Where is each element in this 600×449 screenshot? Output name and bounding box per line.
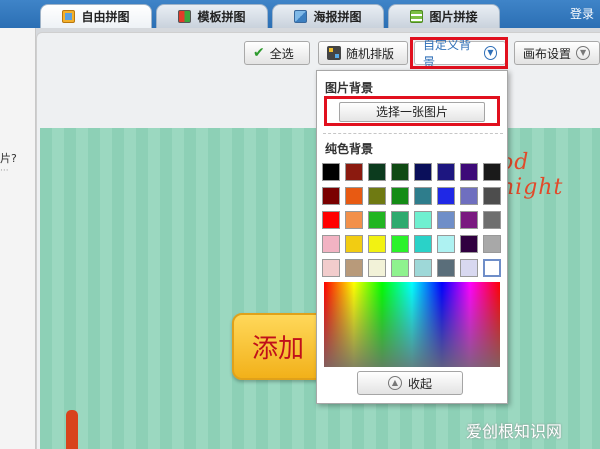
color-swatch[interactable] (345, 187, 363, 205)
random-layout-label: 随机排版 (346, 46, 395, 61)
tab-template-collage[interactable]: 模板拼图 (156, 4, 268, 28)
color-swatch[interactable] (414, 235, 432, 253)
tab-image-stitch[interactable]: 图片拼接 (388, 4, 500, 28)
color-swatch[interactable] (322, 235, 340, 253)
select-all-button[interactable]: ✔ 全选 (244, 41, 310, 65)
color-swatch[interactable] (460, 163, 478, 181)
color-swatch[interactable] (322, 187, 340, 205)
login-link[interactable]: 登录 (570, 5, 594, 22)
add-photo-label: 添加 (252, 334, 305, 364)
color-swatch[interactable] (437, 235, 455, 253)
color-swatch[interactable] (322, 211, 340, 229)
color-spectrum-picker[interactable] (324, 282, 500, 367)
left-panel: 片? ··· (0, 28, 36, 449)
tab-free-collage[interactable]: 自由拼图 (40, 4, 152, 28)
free-collage-icon (62, 10, 76, 23)
color-swatch[interactable] (483, 259, 501, 277)
tab-label: 模板拼图 (197, 10, 246, 24)
check-icon: ✔ (253, 45, 265, 61)
color-swatch[interactable] (345, 211, 363, 229)
color-swatch[interactable] (414, 163, 432, 181)
color-swatch[interactable] (345, 235, 363, 253)
color-swatch[interactable] (414, 259, 432, 277)
color-swatch[interactable] (437, 259, 455, 277)
color-swatch[interactable] (460, 187, 478, 205)
color-swatch[interactable] (368, 259, 386, 277)
solid-background-label: 纯色背景 (325, 142, 374, 156)
color-swatch[interactable] (391, 163, 409, 181)
collapse-label: 收起 (407, 376, 432, 391)
color-swatch[interactable] (483, 187, 501, 205)
canvas-decoration (66, 410, 78, 449)
color-swatch[interactable] (414, 187, 432, 205)
chevron-up-icon: ▲ (387, 376, 402, 390)
color-swatch[interactable] (437, 163, 455, 181)
color-swatch[interactable] (368, 211, 386, 229)
tab-poster-collage[interactable]: 海报拼图 (272, 4, 384, 28)
sidebar-dots: ··· (0, 166, 9, 176)
color-swatch[interactable] (437, 187, 455, 205)
canvas-greeting-text: od night (500, 150, 564, 200)
color-swatch[interactable] (391, 235, 409, 253)
color-swatch[interactable] (460, 259, 478, 277)
highlight-box-custom-background (410, 37, 508, 69)
tab-label: 图片拼接 (429, 10, 478, 24)
divider (323, 133, 503, 134)
color-swatch[interactable] (368, 235, 386, 253)
sidebar-text: 片? (0, 152, 17, 165)
color-swatch[interactable] (483, 235, 501, 253)
image-background-label: 图片背景 (325, 81, 374, 95)
canvas-settings-label: 画布设置 (523, 46, 572, 61)
color-swatch[interactable] (414, 211, 432, 229)
tab-label: 自由拼图 (81, 10, 130, 24)
select-all-label: 全选 (269, 46, 294, 61)
shuffle-icon (327, 46, 341, 60)
canvas-settings-button[interactable]: 画布设置 ▼ (514, 41, 600, 65)
color-swatch[interactable] (345, 163, 363, 181)
color-swatch[interactable] (460, 211, 478, 229)
poster-collage-icon (294, 10, 308, 23)
collapse-button[interactable]: ▲ 收起 (357, 371, 463, 395)
random-layout-button[interactable]: 随机排版 (318, 41, 408, 65)
tab-label: 海报拼图 (313, 10, 362, 24)
color-swatch[interactable] (391, 187, 409, 205)
color-swatch[interactable] (322, 259, 340, 277)
color-swatch[interactable] (391, 211, 409, 229)
color-swatch[interactable] (368, 163, 386, 181)
color-swatch-grid (322, 163, 504, 277)
color-swatch[interactable] (368, 187, 386, 205)
chevron-down-icon: ▼ (576, 46, 591, 60)
image-stitch-icon (410, 10, 424, 23)
template-collage-icon (178, 10, 192, 23)
top-tab-bar: 自由拼图 模板拼图 海报拼图 图片拼接 登录 (0, 0, 600, 28)
color-swatch[interactable] (460, 235, 478, 253)
color-swatch[interactable] (391, 259, 409, 277)
color-swatch[interactable] (483, 163, 501, 181)
color-swatch[interactable] (322, 163, 340, 181)
color-swatch[interactable] (483, 211, 501, 229)
color-swatch[interactable] (437, 211, 455, 229)
highlight-box-choose-image (324, 96, 500, 126)
watermark-text: 爱创根知识网 (466, 422, 563, 441)
color-swatch[interactable] (345, 259, 363, 277)
